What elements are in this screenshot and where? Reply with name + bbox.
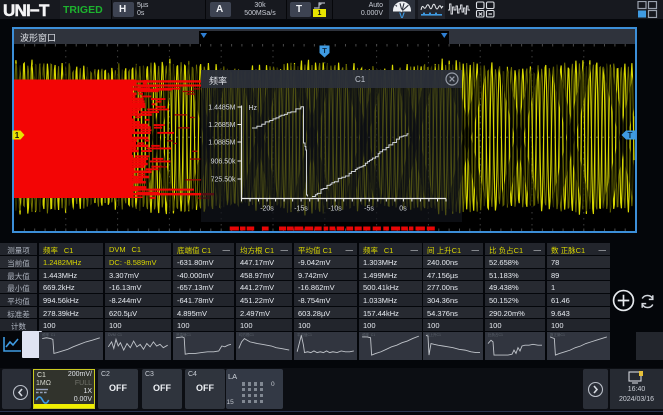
svg-text:T: T <box>322 46 327 55</box>
svg-text:T: T <box>628 131 633 140</box>
svg-text:-15s: -15s <box>294 206 308 213</box>
svg-text:1: 1 <box>15 131 20 140</box>
svg-text:-5s: -5s <box>364 206 374 213</box>
svg-text:0s: 0s <box>399 206 407 213</box>
svg-text:1.4485M: 1.4485M <box>208 105 235 112</box>
svg-text:725.50k: 725.50k <box>211 177 236 184</box>
svg-text:1.2685M: 1.2685M <box>208 122 235 129</box>
svg-text:V: V <box>399 11 405 19</box>
svg-text:-10s: -10s <box>328 206 342 213</box>
svg-text:1.0885M: 1.0885M <box>208 140 235 147</box>
svg-text:-20s: -20s <box>260 206 274 213</box>
svg-text:Hz: Hz <box>249 105 258 112</box>
svg-text:906.50k: 906.50k <box>211 159 236 166</box>
